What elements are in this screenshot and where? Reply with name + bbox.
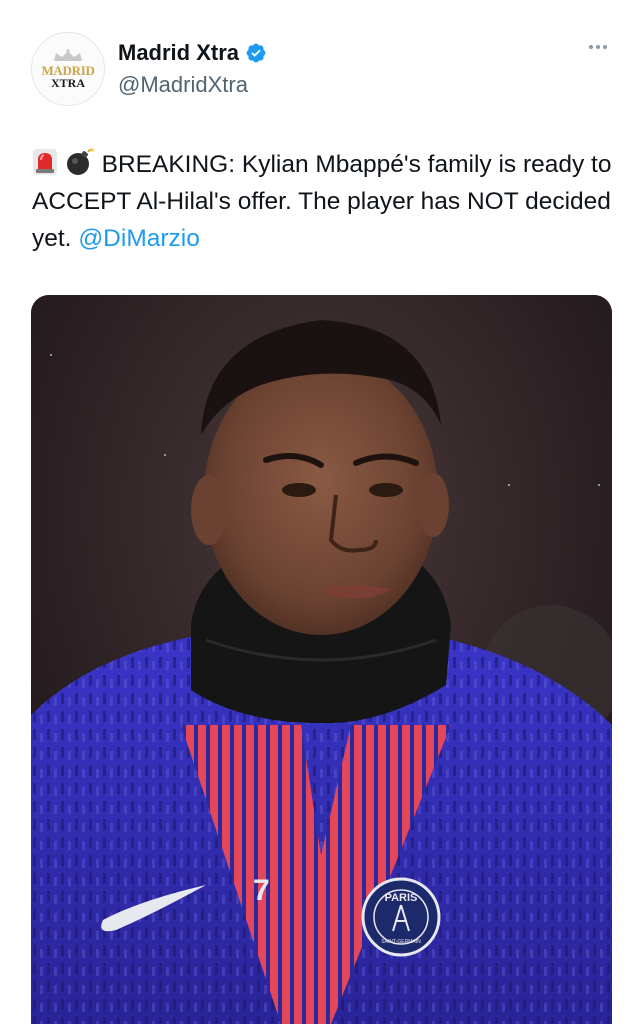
- author-name-row: Madrid Xtra: [118, 40, 267, 66]
- tweet-text: BREAKING: Kylian Mbappé's family is read…: [32, 146, 612, 257]
- psg-crest-icon: PARIS SAINT-GERMAIN: [361, 877, 441, 957]
- player-photo-illustration: 7 PARIS SAINT-GERMAIN: [31, 295, 612, 1024]
- display-name[interactable]: Madrid Xtra: [118, 40, 239, 66]
- handle[interactable]: @MadridXtra: [118, 72, 248, 98]
- crest-text: PARIS: [385, 892, 418, 904]
- crown-icon: [54, 49, 82, 61]
- tweet-card[interactable]: MADRID XTRA Madrid Xtra @MadridXtra BREA…: [0, 0, 643, 1024]
- jersey-number: 7: [253, 874, 270, 907]
- avatar-logo-bottom: XTRA: [50, 76, 85, 90]
- mention-link[interactable]: @DiMarzio: [78, 225, 200, 252]
- verified-badge-icon: [246, 43, 266, 63]
- bomb-icon: [66, 148, 94, 175]
- crest-subtext: SAINT-GERMAIN: [381, 939, 421, 945]
- avatar[interactable]: MADRID XTRA: [31, 32, 105, 106]
- tweet-photo[interactable]: 7 PARIS SAINT-GERMAIN: [31, 295, 612, 1024]
- more-options-icon[interactable]: [586, 40, 610, 54]
- rotating-light-icon: [33, 149, 57, 175]
